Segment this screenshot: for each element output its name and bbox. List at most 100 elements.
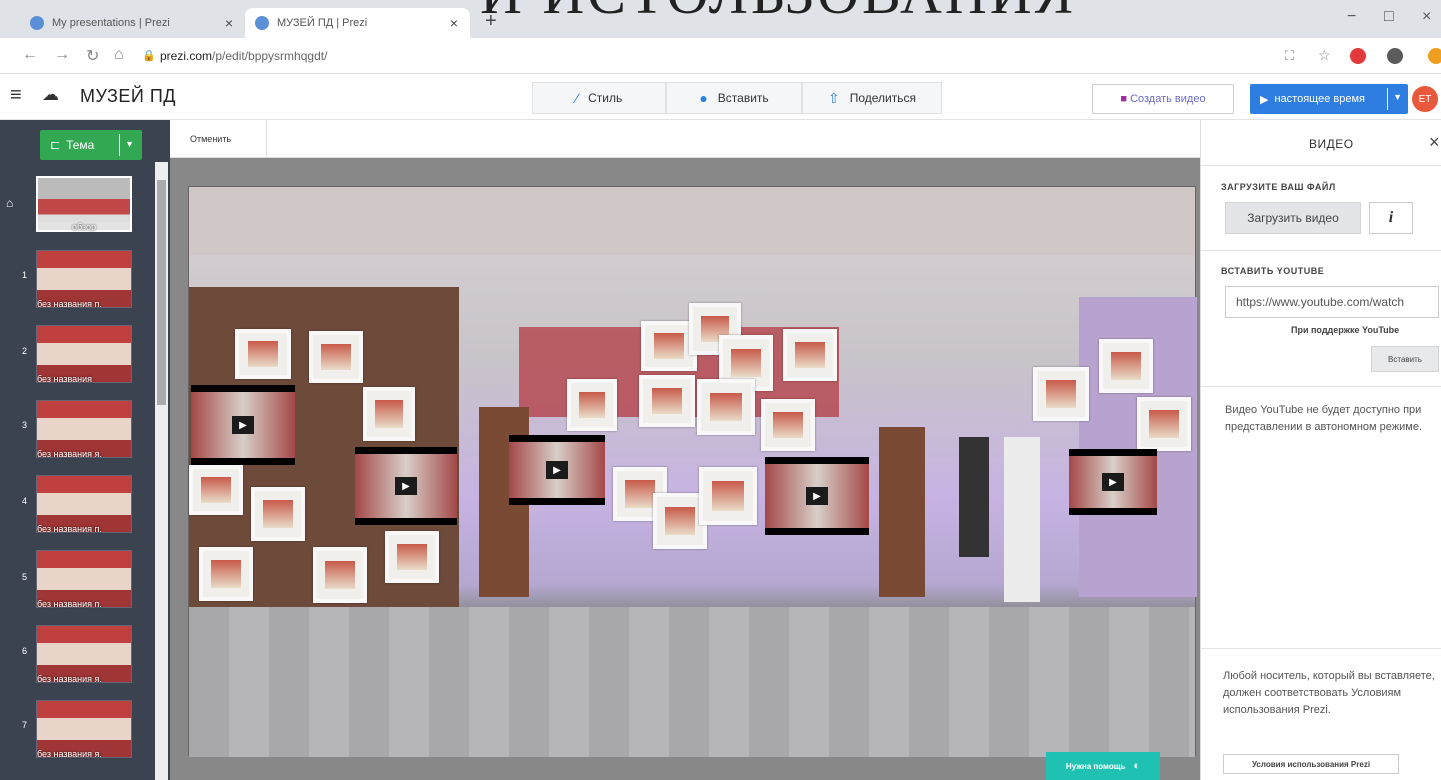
video-embed[interactable]: ▶ — [355, 447, 457, 525]
panel-header: ВИДЕО × — [1201, 120, 1441, 166]
play-icon[interactable]: ▶ — [546, 461, 568, 479]
slide-thumbnail[interactable]: без названия — [36, 325, 132, 384]
chevron-down-icon[interactable]: ▼ — [1393, 92, 1402, 102]
terms-note: Любой носитель, который вы вставляете, д… — [1223, 670, 1435, 716]
avatar[interactable]: ЕТ — [1412, 86, 1438, 112]
play-icon[interactable]: ▶ — [232, 416, 254, 434]
tab-close-icon[interactable]: × — [450, 15, 458, 31]
topic-frame[interactable] — [1099, 339, 1153, 393]
insert-label: Вставить — [717, 91, 769, 105]
slide-number: 1 — [22, 270, 28, 280]
topic-frame[interactable] — [639, 375, 695, 427]
panorama-background-image: ▶ ▶ ▶ ▶ ▶ — [188, 186, 1197, 757]
topic-frame[interactable] — [199, 547, 253, 601]
slide-thumbnail[interactable]: без названия п. — [36, 550, 132, 609]
close-icon[interactable]: × — [1429, 132, 1440, 153]
topic-frame[interactable] — [699, 467, 757, 525]
slide-thumbnail-overview[interactable]: обзор — [36, 176, 132, 232]
slide-number: 2 — [22, 346, 28, 356]
chevron-down-icon[interactable]: ▼ — [125, 139, 134, 149]
slide-thumbnail[interactable]: без названия п. — [36, 475, 132, 534]
topic-frame[interactable] — [309, 331, 363, 383]
play-icon[interactable]: ▶ — [806, 487, 828, 505]
tab-label: МУЗЕЙ ПД | Prezi — [277, 17, 368, 29]
topic-frame[interactable] — [761, 399, 815, 451]
style-label: Стиль — [588, 91, 623, 105]
extension-icon[interactable] — [1350, 48, 1366, 64]
topic-frame[interactable] — [697, 379, 755, 435]
insert-youtube-button[interactable]: Вставить — [1371, 346, 1439, 372]
topic-frame[interactable] — [1137, 397, 1191, 451]
video-embed[interactable]: ▶ — [765, 457, 869, 535]
insert-button[interactable]: ● Вставить — [666, 82, 802, 114]
slide-label: без названия я. — [37, 449, 102, 459]
extension-icon[interactable] — [1428, 48, 1441, 64]
slide-thumbnail[interactable]: без названия п. — [36, 250, 132, 309]
youtube-url-input[interactable]: https://www.youtube.com/watch — [1225, 286, 1439, 318]
reload-icon[interactable]: ↻ — [86, 46, 99, 66]
frame-icon: ⊏ — [50, 138, 61, 152]
tab-my-presentations[interactable]: My presentations | Prezi × — [20, 8, 245, 38]
slide-label: без названия я. — [37, 674, 102, 684]
tab-museum-pd[interactable]: МУЗЕЙ ПД | Prezi × — [245, 8, 470, 38]
slide-sidebar: ⊏ Тема ▼ ⌂ обзор 1 без названия п. 2 без … — [0, 120, 170, 780]
menu-icon[interactable]: ≡ — [10, 84, 22, 107]
tab-close-icon[interactable]: × — [225, 15, 233, 31]
upload-video-button[interactable]: Загрузить видео — [1225, 202, 1361, 234]
play-icon[interactable]: ▶ — [395, 477, 417, 495]
cancel-button[interactable]: Отменить — [170, 120, 267, 158]
topic-frame[interactable] — [783, 329, 837, 381]
minimize-icon[interactable]: − — [1347, 8, 1356, 26]
translate-icon[interactable]: ⛶ — [1285, 48, 1294, 64]
maximize-icon[interactable]: □ — [1384, 8, 1394, 26]
theme-button[interactable]: ⊏ Тема ▼ — [40, 130, 142, 160]
create-video-button[interactable]: ■ Создать видео — [1092, 84, 1234, 114]
style-button[interactable]: ⁄ Стиль — [532, 82, 666, 114]
play-icon[interactable]: ▶ — [1102, 473, 1124, 491]
topic-frame[interactable] — [251, 487, 305, 541]
help-button[interactable]: Нужна помощь ◐ — [1046, 752, 1160, 780]
bookmark-star-icon[interactable]: ☆ — [1318, 47, 1331, 64]
present-button[interactable]: ▶ настоящее время ▼ — [1250, 84, 1408, 114]
divider — [1201, 648, 1441, 649]
share-button[interactable]: ⇧ Поделиться — [802, 82, 942, 114]
url-field[interactable]: prezi.com/p/edit/bppysrmhqgdt/ — [160, 49, 327, 63]
home-icon[interactable]: ⌂ — [114, 46, 124, 64]
video-embed[interactable]: ▶ — [191, 385, 295, 465]
profile-icon[interactable] — [1387, 48, 1403, 64]
topic-frame[interactable] — [567, 379, 617, 431]
panel-title: ВИДЕО — [1309, 137, 1354, 151]
door — [959, 437, 989, 557]
forward-icon[interactable]: → — [54, 46, 70, 64]
terms-link-button[interactable]: Условия использования Prezi — [1223, 754, 1399, 774]
scrollbar-thumb[interactable] — [157, 180, 166, 405]
slide-label: без названия я. — [37, 749, 102, 759]
floor — [189, 607, 1195, 757]
video-embed[interactable]: ▶ — [509, 435, 605, 505]
presentation-title[interactable]: МУЗЕЙ ПД — [80, 86, 176, 107]
share-label: Поделиться — [849, 91, 916, 105]
topic-frame[interactable] — [1033, 367, 1089, 421]
slide-number: 6 — [22, 646, 28, 656]
prezi-canvas[interactable]: ▶ ▶ ▶ ▶ ▶ — [170, 158, 1200, 780]
offline-note: Видео YouTube не будет доступно при пред… — [1225, 404, 1423, 433]
window-close-icon[interactable]: × — [1422, 8, 1431, 26]
slide-label: без названия — [37, 374, 93, 384]
editor-subbar: Отменить — [170, 120, 1200, 158]
info-icon[interactable]: i — [1369, 202, 1413, 234]
tab-label: My presentations | Prezi — [52, 17, 170, 29]
topic-frame[interactable] — [189, 465, 243, 515]
back-icon[interactable]: ← — [22, 46, 38, 64]
camera-icon: ■ — [1120, 93, 1128, 105]
topic-frame[interactable] — [385, 531, 439, 583]
cloud-icon[interactable]: ☁ — [42, 85, 59, 105]
slide-thumbnail[interactable]: без названия я. — [36, 700, 132, 759]
topic-frame[interactable] — [235, 329, 291, 379]
video-embed[interactable]: ▶ — [1069, 449, 1157, 515]
topic-frame[interactable] — [363, 387, 415, 441]
slide-thumbnail[interactable]: без названия я. — [36, 625, 132, 684]
video-panel: ВИДЕО × ЗАГРУЗИТЕ ВАШ ФАЙЛ Загрузить вид… — [1200, 120, 1441, 780]
slide-thumbnail[interactable]: без названия я. — [36, 400, 132, 459]
divider — [1201, 250, 1441, 251]
topic-frame[interactable] — [313, 547, 367, 603]
